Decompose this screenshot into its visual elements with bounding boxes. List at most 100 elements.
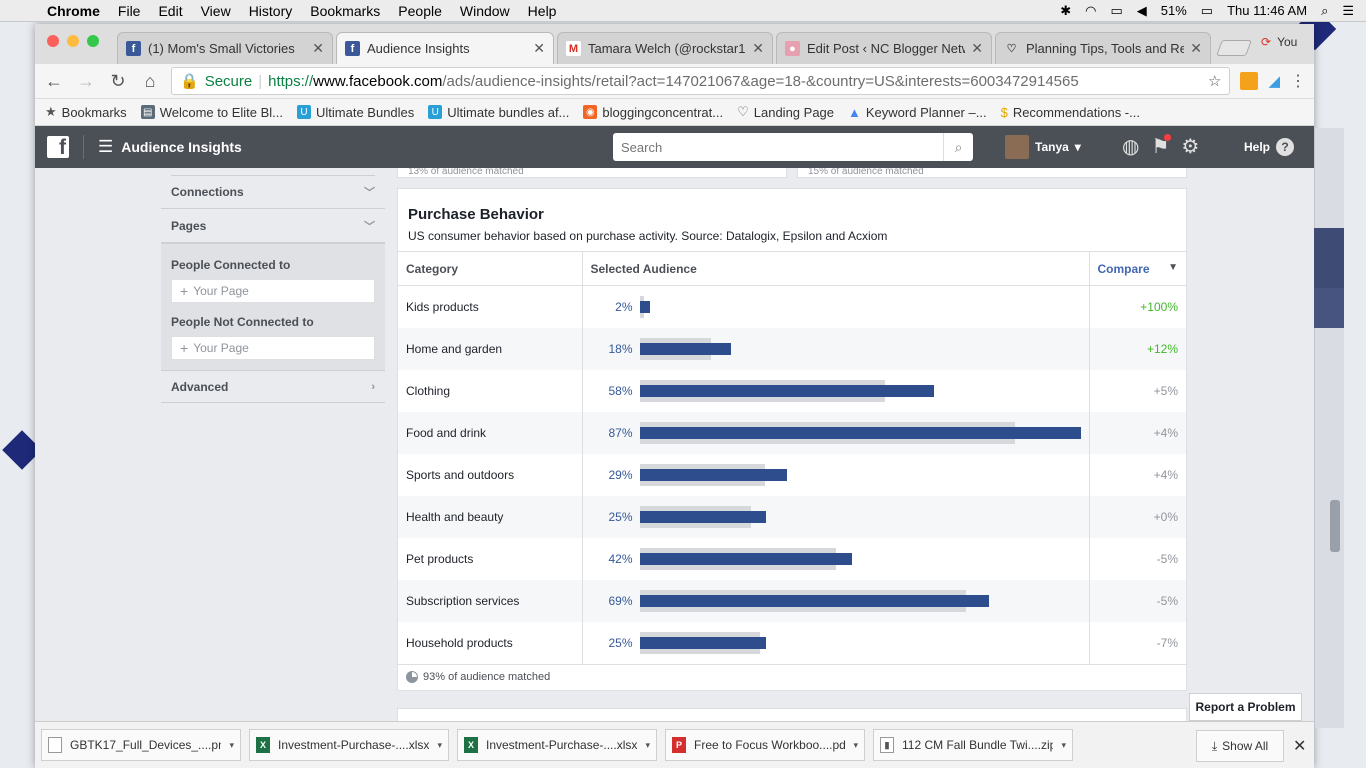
bookmark-bookmarks[interactable]: ★ Bookmarks xyxy=(45,104,127,120)
profile-button[interactable]: ⟳ You xyxy=(1261,35,1297,49)
sidebar-item-advanced[interactable]: Advanced › xyxy=(161,370,385,403)
chevron-down-icon[interactable]: ▾ xyxy=(645,740,650,751)
hamburger-menu-icon[interactable]: ☰ xyxy=(98,137,113,157)
bookmark-keyword-planner[interactable]: ▲ Keyword Planner –... xyxy=(848,105,987,120)
tab-audience-insights[interactable]: f Audience Insights ✕ xyxy=(336,32,554,64)
chrome-menu-icon[interactable]: ⋮ xyxy=(1290,71,1306,91)
minimize-window-button[interactable] xyxy=(67,35,79,47)
clock[interactable]: Thu 11:46 AM xyxy=(1227,3,1307,18)
menu-edit[interactable]: Edit xyxy=(149,3,191,19)
close-tab-icon[interactable]: ✕ xyxy=(1190,40,1202,57)
close-window-button[interactable] xyxy=(47,35,59,47)
menu-history[interactable]: History xyxy=(240,3,302,19)
menu-people[interactable]: People xyxy=(389,3,451,19)
selected-audience-bar[interactable] xyxy=(639,426,1081,439)
report-problem-button[interactable]: Report a Problem xyxy=(1189,693,1302,721)
search-input[interactable] xyxy=(613,134,943,160)
selected-audience-cell: 18% xyxy=(581,327,1089,370)
selected-audience-bar[interactable] xyxy=(639,552,853,565)
selected-audience-bar[interactable] xyxy=(639,594,990,607)
facebook-logo-icon[interactable]: f xyxy=(47,136,69,158)
selected-audience-bar[interactable] xyxy=(639,636,767,649)
close-icon[interactable]: ✕ xyxy=(1293,736,1306,756)
bookmark-star-icon[interactable]: ☆ xyxy=(1200,72,1221,90)
airplay-icon[interactable]: ▭ xyxy=(1110,3,1122,19)
selected-audience-bar[interactable] xyxy=(639,384,934,397)
bookmark-recommendations[interactable]: $ Recommendations -... xyxy=(1001,105,1140,120)
tab-edit-post[interactable]: ● Edit Post ‹ NC Blogger Netwo ✕ xyxy=(776,32,992,64)
question-icon: ? xyxy=(1276,138,1295,156)
bookmark-blogging-concentrate[interactable]: ◉ bloggingconcentrat... xyxy=(583,105,723,120)
selected-audience-bar[interactable] xyxy=(639,510,767,523)
tab-moms-small-victories[interactable]: f (1) Mom's Small Victories ✕ xyxy=(117,32,333,64)
search-icon[interactable]: ⌕ xyxy=(943,133,973,161)
show-all-label: Show All xyxy=(1222,739,1269,753)
volume-icon[interactable]: ◀ xyxy=(1137,3,1147,19)
page-icon: ▤ xyxy=(140,105,155,119)
gear-icon[interactable]: ⚙ xyxy=(1181,134,1199,159)
tab-title: Planning Tips, Tools and Reso xyxy=(1026,41,1185,56)
notification-center-icon[interactable]: ☰ xyxy=(1342,3,1354,19)
show-all-downloads-button[interactable]: ⤓ Show All xyxy=(1196,730,1284,762)
app-title[interactable]: Audience Insights xyxy=(121,139,242,155)
image-file-icon xyxy=(48,737,62,753)
heart-icon: ♡ xyxy=(737,104,749,119)
wifi-icon[interactable]: ◠ xyxy=(1085,3,1096,19)
selected-audience-bar[interactable] xyxy=(639,468,787,481)
menu-file[interactable]: File xyxy=(109,3,150,19)
chevron-down-icon[interactable]: ▾ xyxy=(853,740,858,751)
close-tab-icon[interactable]: ✕ xyxy=(312,40,324,57)
help-button[interactable]: Help ? xyxy=(1244,138,1295,156)
bookmark-ultimate-bundles-aff[interactable]: U Ultimate bundles af... xyxy=(428,105,569,120)
download-item[interactable]: GBTK17_Full_Devices_....png ▾ xyxy=(41,729,241,761)
bookmark-elite-blog[interactable]: ▤ Welcome to Elite Bl... xyxy=(140,105,283,120)
scrollbar-thumb[interactable] xyxy=(1330,500,1340,552)
new-tab-button[interactable] xyxy=(1216,40,1252,56)
avatar xyxy=(1005,135,1029,159)
globe-icon[interactable]: ◍ xyxy=(1122,134,1139,159)
download-item[interactable]: ▮ 112 CM Fall Bundle Twi....zip ▾ xyxy=(873,729,1073,761)
battery-percent[interactable]: 51% xyxy=(1161,3,1187,18)
address-bar[interactable]: 🔒 Secure | https://www.facebook.com/ads/… xyxy=(171,67,1231,95)
bookmark-landing-page[interactable]: ♡ Landing Page xyxy=(737,104,834,120)
close-tab-icon[interactable]: ✕ xyxy=(971,40,983,57)
lips-icon: ● xyxy=(785,41,800,56)
people-connected-input[interactable]: + Your Page xyxy=(171,279,375,303)
bluetooth-icon[interactable]: ✱ xyxy=(1060,3,1071,19)
menu-view[interactable]: View xyxy=(192,3,240,19)
download-item[interactable]: X Investment-Purchase-....xlsx ▾ xyxy=(249,729,449,761)
tab-planning-tips[interactable]: ♡ Planning Tips, Tools and Reso ✕ xyxy=(995,32,1211,64)
close-tab-icon[interactable]: ✕ xyxy=(533,40,545,57)
extension-chart-icon[interactable] xyxy=(1240,72,1259,90)
extension-bird-icon[interactable]: ◢ xyxy=(1268,72,1280,90)
menu-help[interactable]: Help xyxy=(519,3,566,19)
chevron-down-icon[interactable]: ▾ xyxy=(437,740,442,751)
battery-icon[interactable]: ▭ xyxy=(1201,3,1213,19)
close-tab-icon[interactable]: ✕ xyxy=(752,40,764,57)
people-not-connected-input[interactable]: + Your Page xyxy=(171,336,375,360)
forward-button[interactable]: → xyxy=(75,71,97,92)
tab-tamara-welch[interactable]: M Tamara Welch (@rockstar102 ✕ xyxy=(557,32,773,64)
download-item[interactable]: X Investment-Purchase-....xlsx ▾ xyxy=(457,729,657,761)
category-cell: Sports and outdoors xyxy=(406,467,515,482)
download-name: Free to Focus Workboo....pdf xyxy=(694,738,846,752)
chevron-down-icon[interactable]: ▾ xyxy=(229,740,234,751)
menu-bookmarks[interactable]: Bookmarks xyxy=(301,3,389,19)
user-menu[interactable]: Tanya ▾ xyxy=(1005,135,1081,159)
menu-app-name[interactable]: Chrome xyxy=(38,3,109,19)
sidebar-item-connections[interactable]: Connections ﹀ xyxy=(161,176,385,209)
home-button[interactable]: ⌂ xyxy=(139,71,161,92)
spotlight-search-icon[interactable]: ⌕ xyxy=(1321,3,1328,19)
back-button[interactable]: ← xyxy=(43,71,65,92)
selected-audience-bar[interactable] xyxy=(639,342,731,355)
bookmark-ultimate-bundles[interactable]: U Ultimate Bundles xyxy=(297,105,414,120)
reload-button[interactable]: ↻ xyxy=(107,71,129,92)
zoom-window-button[interactable] xyxy=(87,35,99,47)
selected-audience-bar[interactable] xyxy=(639,301,650,313)
chevron-down-icon[interactable]: ▾ xyxy=(1061,740,1066,751)
menu-window[interactable]: Window xyxy=(451,3,519,19)
sidebar-item-pages[interactable]: Pages ﹀ xyxy=(161,209,385,242)
flag-icon[interactable]: ⚑ xyxy=(1151,134,1172,159)
download-item[interactable]: P Free to Focus Workboo....pdf ▾ xyxy=(665,729,865,761)
compare-dropdown[interactable]: Compare ▼ xyxy=(1088,251,1186,286)
